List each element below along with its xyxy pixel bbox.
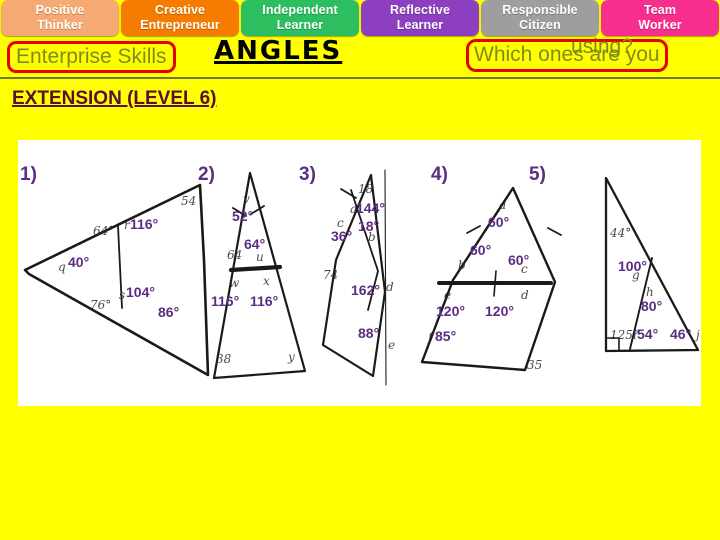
skill-tab-line1: Independent — [262, 3, 338, 17]
pencil-mark-35: 35 — [527, 358, 543, 372]
answer-4-85: 85° — [435, 328, 457, 344]
pencil-mark-44deg: 44° — [610, 226, 632, 240]
pencil-mark-j: j — [696, 328, 700, 342]
skill-tab-line1: Team — [643, 3, 677, 17]
pencil-mark-r: r — [124, 218, 130, 232]
answer-3-162: 162° — [351, 282, 380, 298]
skill-tab-line1: Positive — [35, 3, 85, 17]
enterprise-skills-box: Enterprise Skills — [7, 41, 176, 73]
pencil-mark-v: v — [243, 192, 250, 206]
answer-5-46: 46° — [670, 326, 692, 342]
pencil-mark-x: x — [263, 274, 270, 288]
answer-4-120-left: 120° — [436, 303, 465, 319]
skill-tab-reflective-learner[interactable]: Reflective Learner — [361, 0, 479, 36]
answer-3-36: 36° — [331, 228, 353, 244]
pencil-mark-f4: f — [428, 330, 433, 344]
skill-tab-line2: Learner — [396, 18, 444, 32]
pencil-mark-74: 74 — [323, 268, 339, 282]
skill-tab-line1: Creative — [154, 3, 206, 17]
extension-level-label: EXTENSION (LEVEL 6) — [12, 88, 217, 109]
answer-5-80: 80° — [641, 298, 663, 314]
pencil-mark-b: b — [368, 230, 376, 244]
skill-tab-team-worker[interactable]: Team Worker — [601, 0, 719, 36]
question-number-2: 2) — [198, 164, 215, 185]
pencil-mark-a4: a — [499, 198, 507, 212]
pencil-mark-76deg: 76° — [90, 298, 112, 312]
worksheet-panel: 1) q 40° 64° r 116° 54 76° s 104° 86° 2)… — [18, 140, 701, 406]
enterprise-skills-label: Enterprise Skills — [16, 45, 167, 68]
answer-4-120-right: 120° — [485, 303, 514, 319]
answer-2-116-left: 116° — [211, 293, 240, 309]
header-divider — [0, 77, 720, 79]
pencil-mark-s: s — [119, 288, 126, 302]
answer-2-116-right: 116° — [250, 293, 279, 309]
skill-tab-line2: Citizen — [519, 18, 561, 32]
pencil-mark-18: 18 — [358, 182, 374, 196]
pencil-mark-y: y — [288, 350, 295, 364]
skill-tab-creative-entrepreneur[interactable]: Creative Entrepreneur — [121, 0, 239, 36]
pencil-mark-c4: c — [521, 262, 528, 276]
using-label: using? — [571, 35, 633, 58]
answer-4-60-top: 60° — [488, 214, 510, 230]
skills-bar: Positive Thinker Creative Entrepreneur I… — [0, 0, 720, 36]
pencil-mark-d: d — [386, 280, 394, 294]
pencil-mark-d4: d — [521, 288, 529, 302]
answer-1-40: 40° — [68, 254, 90, 270]
pencil-mark-38: 38 — [216, 352, 232, 366]
pencil-mark-g: g — [632, 268, 640, 282]
answer-1-116: 116° — [130, 216, 159, 232]
pencil-mark-b4: b — [458, 258, 466, 272]
worksheet-scan-image: 1) q 40° 64° r 116° 54 76° s 104° 86° 2)… — [18, 140, 701, 406]
answer-3-144: 144° — [356, 200, 385, 216]
answer-3-88: 88° — [358, 325, 380, 341]
skill-tab-line2: Learner — [276, 18, 324, 32]
skill-tab-line2: Worker — [638, 18, 682, 32]
answer-5-54: 54° — [637, 326, 659, 342]
skill-tab-line1: Responsible — [502, 3, 578, 17]
question-number-5: 5) — [529, 164, 546, 185]
pencil-mark-w: w — [229, 276, 240, 290]
pencil-mark-64deg: 64° — [93, 224, 115, 238]
skill-tab-positive-thinker[interactable]: Positive Thinker — [1, 0, 119, 36]
skill-tab-responsible-citizen[interactable]: Responsible Citizen — [481, 0, 599, 36]
skill-tab-line2: Thinker — [37, 18, 83, 32]
answer-2-52: 52° — [232, 208, 254, 224]
pencil-mark-e: e — [388, 338, 396, 352]
worksheet-figures — [23, 169, 700, 386]
skill-tab-line1: Reflective — [389, 3, 451, 17]
pencil-mark-64: 64 — [227, 248, 243, 262]
question-number-4: 4) — [431, 164, 448, 185]
skill-tab-independent-learner[interactable]: Independent Learner — [241, 0, 359, 36]
question-number-3: 3) — [299, 164, 316, 185]
pencil-mark-h: h — [646, 285, 654, 299]
answer-1-104: 104° — [126, 284, 155, 300]
skill-tab-line2: Entrepreneur — [140, 18, 220, 32]
answer-1-86: 86° — [158, 304, 180, 320]
pencil-mark-u: u — [256, 250, 264, 264]
question-number-1: 1) — [20, 164, 37, 185]
pencil-mark-54: 54 — [181, 194, 197, 208]
pencil-mark-q: q — [58, 260, 66, 274]
which-ones-box: Which ones are you — [466, 39, 668, 72]
answer-4-60-left: 60° — [470, 242, 492, 258]
pencil-mark-e4: e — [444, 288, 452, 302]
page-title: ANGLES — [214, 36, 343, 66]
